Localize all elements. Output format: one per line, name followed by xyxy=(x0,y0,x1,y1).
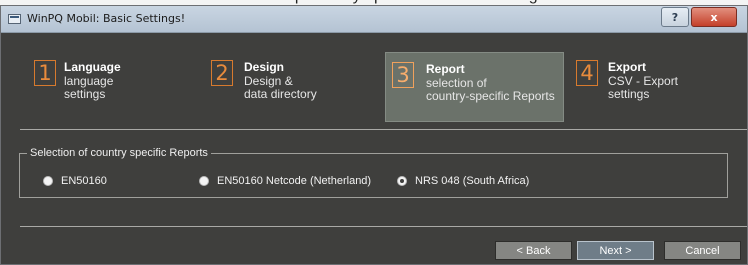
help-button[interactable]: ? xyxy=(661,7,689,27)
step-title: Report xyxy=(426,62,465,76)
step-number: 1 xyxy=(34,60,56,86)
step-title: Export xyxy=(608,60,647,74)
footer-divider xyxy=(20,226,747,227)
step-number: 2 xyxy=(211,60,233,86)
report-group-legend: Selection of country specific Reports xyxy=(27,147,211,159)
radio-label: EN50160 Netcode (Netherland) xyxy=(217,175,372,187)
radio-en50160[interactable]: EN50160 xyxy=(43,174,107,188)
radio-label: EN50160 xyxy=(61,175,107,187)
header-divider xyxy=(20,129,747,130)
title-bar: WinPQ Mobil: Basic Settings! ? x xyxy=(1,6,747,33)
step-language[interactable]: 1 Language language settings xyxy=(28,51,198,117)
radio-nrs-048[interactable]: NRS 048 (South Africa) xyxy=(397,174,529,188)
step-number: 3 xyxy=(392,62,414,88)
app-window-icon xyxy=(8,14,21,24)
window-title: WinPQ Mobil: Basic Settings! xyxy=(27,12,186,25)
step-export[interactable]: 4 Export CSV - Export settings xyxy=(570,51,740,117)
step-title: Design xyxy=(244,60,285,74)
step-description: selection of country-specific Reports xyxy=(426,76,555,103)
step-report[interactable]: 3 Report selection of country-specific R… xyxy=(385,52,564,122)
radio-en50160-netcode[interactable]: EN50160 Netcode (Netherland) xyxy=(199,174,371,188)
radio-button-checked[interactable] xyxy=(397,176,407,186)
back-button[interactable]: < Back xyxy=(495,241,572,260)
report-selection-group xyxy=(19,153,728,198)
close-button[interactable]: x xyxy=(691,7,737,27)
step-description: Design & data directory xyxy=(244,74,317,101)
step-title: Language xyxy=(64,60,121,74)
step-description: language settings xyxy=(64,74,114,101)
step-number: 4 xyxy=(576,60,598,86)
cancel-button[interactable]: Cancel xyxy=(664,241,741,260)
radio-button[interactable] xyxy=(43,176,53,186)
step-design[interactable]: 2 Design Design & data directory xyxy=(205,51,375,117)
radio-button[interactable] xyxy=(199,176,209,186)
radio-label: NRS 048 (South Africa) xyxy=(415,175,530,187)
step-description: CSV - Export settings xyxy=(608,74,679,101)
next-button[interactable]: Next > xyxy=(577,241,654,260)
